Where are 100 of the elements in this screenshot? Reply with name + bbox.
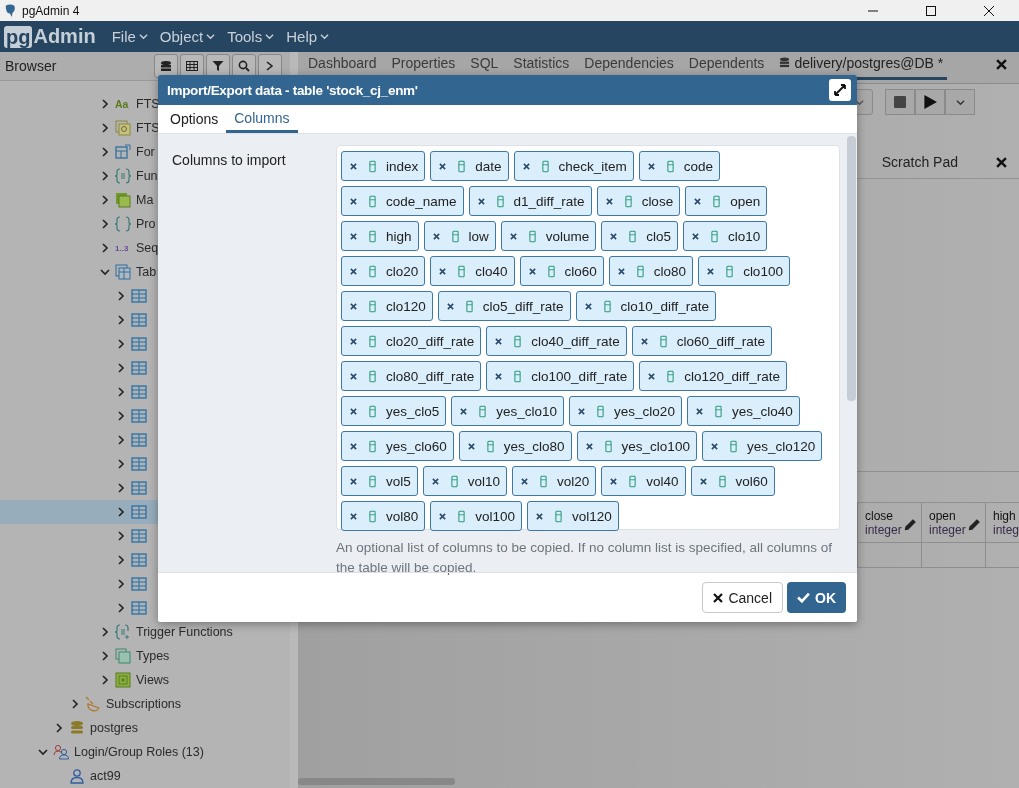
remove-icon[interactable] bbox=[707, 267, 715, 275]
chevron-right-icon[interactable] bbox=[116, 483, 126, 493]
tab[interactable]: SQL bbox=[466, 52, 503, 80]
tree-item[interactable]: Login/Group Roles (13) bbox=[0, 740, 290, 764]
chevron-right-icon[interactable] bbox=[100, 195, 110, 205]
tree-item[interactable]: 1..3 Seq bbox=[0, 236, 290, 260]
remove-icon[interactable] bbox=[617, 267, 625, 275]
cancel-button[interactable]: Cancel bbox=[702, 582, 783, 613]
remove-icon[interactable] bbox=[350, 337, 357, 345]
expand-button[interactable] bbox=[829, 79, 851, 101]
remove-icon[interactable] bbox=[439, 162, 447, 170]
chevron-down-icon[interactable] bbox=[100, 267, 110, 277]
remove-icon[interactable] bbox=[536, 512, 544, 520]
close-icon[interactable] bbox=[996, 156, 1007, 168]
remove-icon[interactable] bbox=[460, 407, 468, 415]
tree-item[interactable]: Ma bbox=[0, 188, 290, 212]
chevron-right-icon[interactable] bbox=[116, 555, 126, 565]
chevron-down-icon[interactable] bbox=[38, 747, 48, 757]
column-header[interactable]: open integer bbox=[921, 503, 985, 543]
tab[interactable]: Dependencies bbox=[580, 52, 678, 80]
remove-icon[interactable] bbox=[350, 442, 357, 450]
remove-icon[interactable] bbox=[467, 442, 475, 450]
chevron-right-icon[interactable] bbox=[100, 243, 110, 253]
tree-item[interactable]: act99 bbox=[0, 764, 290, 788]
table-button[interactable] bbox=[180, 54, 204, 78]
remove-icon[interactable] bbox=[584, 302, 592, 310]
remove-icon[interactable] bbox=[692, 232, 700, 240]
remove-icon[interactable] bbox=[350, 197, 357, 205]
chevron-right-icon[interactable] bbox=[100, 219, 110, 229]
remove-icon[interactable] bbox=[522, 162, 530, 170]
chevron-right-icon[interactable] bbox=[116, 387, 126, 397]
chevron-right-icon[interactable] bbox=[100, 99, 110, 109]
remove-icon[interactable] bbox=[509, 232, 517, 240]
chevron-right-icon[interactable] bbox=[116, 459, 126, 469]
menu-item[interactable]: Tools bbox=[227, 28, 275, 45]
stop-button[interactable] bbox=[885, 89, 915, 115]
chevron-right-icon[interactable] bbox=[116, 339, 126, 349]
remove-icon[interactable] bbox=[694, 197, 702, 205]
chevron-right-icon[interactable] bbox=[116, 363, 126, 373]
chevron-right-icon[interactable] bbox=[116, 579, 126, 589]
remove-icon[interactable] bbox=[431, 477, 439, 485]
chevron-right-icon[interactable] bbox=[100, 171, 110, 181]
tab[interactable]: Dependents bbox=[684, 52, 769, 80]
remove-icon[interactable] bbox=[350, 302, 357, 310]
remove-icon[interactable] bbox=[350, 267, 357, 275]
remove-icon[interactable] bbox=[647, 162, 655, 170]
tree-item[interactable]: Pro bbox=[0, 212, 290, 236]
remove-icon[interactable] bbox=[446, 302, 454, 310]
remove-icon[interactable] bbox=[699, 477, 707, 485]
maximize-icon[interactable] bbox=[925, 4, 937, 17]
ok-button[interactable]: OK bbox=[787, 582, 846, 613]
close-icon[interactable] bbox=[983, 4, 995, 17]
chevron-right-icon[interactable] bbox=[116, 291, 126, 301]
column-header[interactable]: high integ bbox=[985, 503, 1019, 543]
remove-icon[interactable] bbox=[648, 372, 656, 380]
chevron-right-icon[interactable] bbox=[100, 651, 110, 661]
remove-icon[interactable] bbox=[439, 512, 447, 520]
chevron-right-icon[interactable] bbox=[116, 531, 126, 541]
remove-icon[interactable] bbox=[350, 162, 357, 170]
tab[interactable]: Statistics bbox=[509, 52, 574, 80]
remove-icon[interactable] bbox=[350, 407, 357, 415]
tree-item[interactable]: Subscriptions bbox=[0, 692, 290, 716]
terminal-button[interactable] bbox=[258, 54, 282, 78]
multi-select-field[interactable] bbox=[336, 145, 840, 530]
remove-icon[interactable] bbox=[350, 477, 357, 485]
tree-item[interactable]: postgres bbox=[0, 716, 290, 740]
remove-icon[interactable] bbox=[610, 232, 618, 240]
tab[interactable]: Options bbox=[162, 105, 227, 133]
remove-icon[interactable] bbox=[350, 512, 357, 520]
chevron-right-icon[interactable] bbox=[116, 411, 126, 421]
tab[interactable]: Properties bbox=[387, 52, 460, 80]
menu-item[interactable]: File bbox=[111, 28, 148, 45]
remove-icon[interactable] bbox=[578, 407, 586, 415]
remove-icon[interactable] bbox=[528, 267, 536, 275]
database-button[interactable] bbox=[154, 54, 178, 78]
tab[interactable]: Dashboard bbox=[304, 52, 381, 80]
chevron-right-icon[interactable] bbox=[100, 123, 110, 133]
remove-icon[interactable] bbox=[695, 407, 703, 415]
remove-icon[interactable] bbox=[495, 372, 503, 380]
remove-icon[interactable] bbox=[350, 232, 357, 240]
chevron-right-icon[interactable] bbox=[100, 675, 110, 685]
remove-icon[interactable] bbox=[350, 372, 357, 380]
scrollbar[interactable] bbox=[298, 778, 455, 785]
remove-icon[interactable] bbox=[605, 197, 613, 205]
scrollbar[interactable] bbox=[847, 136, 856, 401]
remove-icon[interactable] bbox=[439, 267, 447, 275]
remove-icon[interactable] bbox=[710, 442, 718, 450]
remove-icon[interactable] bbox=[610, 477, 618, 485]
filter-button[interactable] bbox=[206, 54, 230, 78]
execute-button[interactable] bbox=[915, 89, 945, 115]
chevron-right-icon[interactable] bbox=[116, 603, 126, 613]
remove-icon[interactable] bbox=[585, 442, 593, 450]
menu-item[interactable]: Help bbox=[286, 28, 330, 45]
close-icon[interactable] bbox=[996, 59, 1007, 70]
menu-item[interactable]: Object bbox=[159, 28, 216, 45]
chevron-right-icon[interactable] bbox=[116, 435, 126, 445]
remove-icon[interactable] bbox=[432, 232, 440, 240]
chevron-right-icon[interactable] bbox=[116, 315, 126, 325]
tree-item[interactable]: Trigger Functions bbox=[0, 620, 290, 644]
chevron-right-icon[interactable] bbox=[116, 507, 126, 517]
